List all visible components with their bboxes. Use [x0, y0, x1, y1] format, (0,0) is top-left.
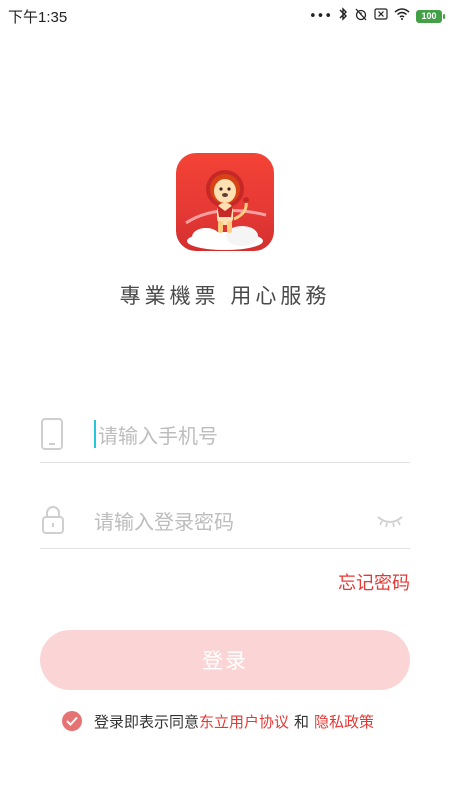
eye-closed-icon[interactable] — [376, 510, 404, 530]
privacy-policy-link[interactable]: 隐私政策 — [314, 711, 374, 732]
status-time: 下午1:35 — [8, 8, 68, 26]
app-tagline: 專業機票 用心服務 — [119, 284, 331, 308]
checkmark-icon — [66, 716, 78, 726]
wifi-icon — [394, 8, 410, 24]
close-box-icon — [374, 8, 388, 24]
battery-indicator: 100 — [416, 9, 445, 23]
forgot-password-link[interactable]: 忘记密码 — [338, 569, 410, 595]
bluetooth-icon — [338, 7, 348, 25]
agreement-row: 登录即表示同意 东立用户协议 和 隐私政策 — [62, 708, 374, 734]
password-field[interactable]: 请输入登录密码 — [40, 492, 410, 549]
status-bar: 下午1:35 ••• 100 — [0, 0, 450, 32]
lock-icon — [40, 502, 80, 538]
login-button[interactable]: 登录 — [40, 630, 410, 690]
phone-input[interactable]: 请输入手机号 — [98, 420, 218, 449]
more-dots-icon: ••• — [308, 8, 332, 24]
app-logo — [176, 153, 274, 251]
alarm-off-icon — [354, 7, 368, 25]
phone-icon — [40, 416, 80, 452]
phone-field[interactable]: 请输入手机号 — [40, 406, 410, 463]
lion-mascot-logo — [185, 170, 267, 250]
user-agreement-link[interactable]: 东立用户协议 — [199, 711, 289, 732]
agreement-conjunction: 和 — [294, 712, 310, 731]
status-icons: ••• 100 — [308, 7, 445, 25]
agreement-checkbox[interactable] — [62, 711, 82, 731]
agreement-prefix: 登录即表示同意 — [94, 712, 200, 731]
text-caret — [94, 420, 96, 448]
password-input[interactable]: 请输入登录密码 — [94, 506, 234, 535]
